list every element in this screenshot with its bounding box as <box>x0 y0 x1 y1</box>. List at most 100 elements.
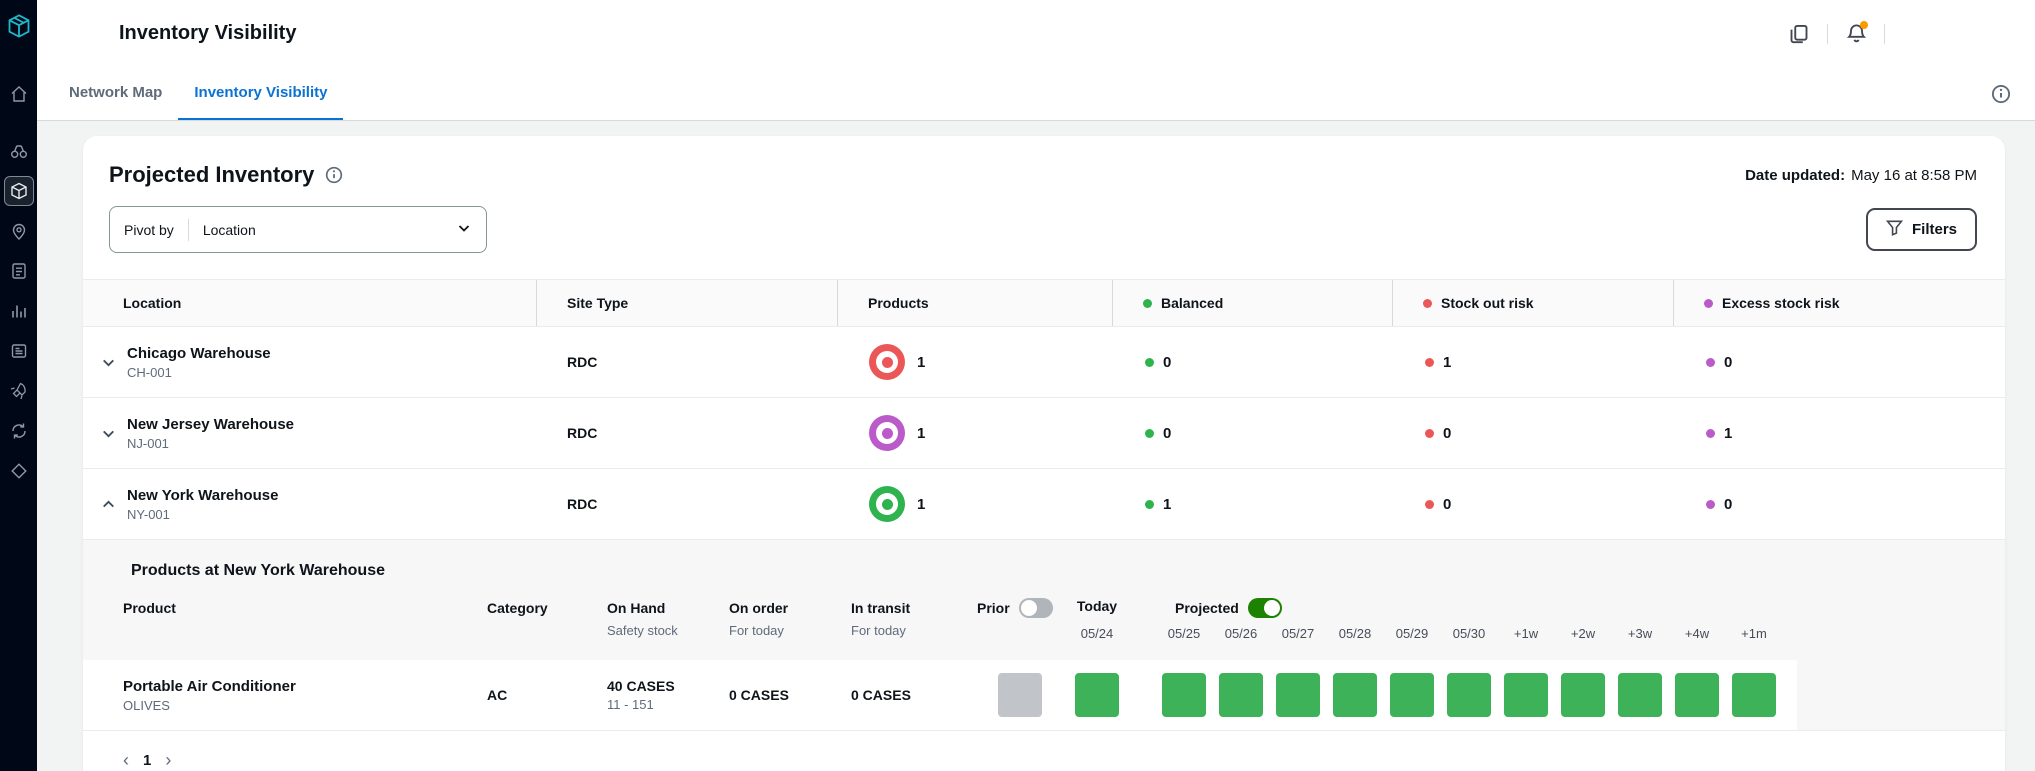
date-updated: Date updated:May 16 at 8:58 PM <box>1745 167 1977 184</box>
expand-chevron-icon[interactable] <box>97 422 119 444</box>
sidebar-item-home[interactable] <box>4 79 34 109</box>
left-nav-sidebar <box>0 0 37 771</box>
heat-cell-05/27[interactable] <box>1276 673 1320 717</box>
in-transit-value: 0 CASES <box>851 687 973 703</box>
sidebar-item-insights[interactable] <box>4 136 34 166</box>
projected-date-label: +4w <box>1675 626 1719 641</box>
col-on-order-sub: For today <box>729 623 851 638</box>
stockout-count: 0 <box>1443 496 1451 513</box>
sidebar-item-demand[interactable] <box>4 376 34 406</box>
page-number[interactable]: 1 <box>143 752 151 769</box>
sidebar-item-analytics[interactable] <box>4 296 34 326</box>
product-name: Portable Air Conditioner <box>123 678 487 695</box>
products-count: 1 <box>917 496 925 513</box>
heat-cell-05/29[interactable] <box>1390 673 1434 717</box>
balanced-dot <box>1145 500 1154 509</box>
on-order-value: 0 CASES <box>729 687 851 703</box>
header-divider <box>1884 24 1885 44</box>
col-category: Category <box>487 600 607 616</box>
heat-cell-+1m[interactable] <box>1732 673 1776 717</box>
location-code: NY-001 <box>127 507 278 522</box>
heat-cell-+4w[interactable] <box>1675 673 1719 717</box>
sidebar-item-tags[interactable] <box>4 456 34 486</box>
collapse-chevron-icon[interactable] <box>97 493 119 515</box>
col-on-hand-sub: Safety stock <box>607 623 729 638</box>
prior-toggle[interactable] <box>1019 598 1053 618</box>
product-category: AC <box>487 687 607 703</box>
page-title-text: Projected Inventory <box>109 162 314 188</box>
date-updated-label: Date updated: <box>1745 167 1845 184</box>
panel-title: Products at New York Warehouse <box>83 540 2005 594</box>
excess-dot <box>1704 299 1713 308</box>
supply-chain-logo-icon <box>5 12 32 39</box>
pivot-by-select[interactable]: Pivot by Location <box>109 206 487 253</box>
products-status-donut <box>869 415 905 451</box>
sidebar-item-orders[interactable] <box>4 256 34 286</box>
stockout-dot <box>1425 429 1434 438</box>
heat-cell-05/25[interactable] <box>1162 673 1206 717</box>
expand-chevron-icon[interactable] <box>97 351 119 373</box>
col-in-transit-sub: For today <box>851 623 973 638</box>
today-date-label: 05/24 <box>1075 626 1119 641</box>
sidebar-item-sustainability[interactable] <box>4 416 34 446</box>
tab-network-map[interactable]: Network Map <box>53 67 178 120</box>
col-balanced: Balanced <box>1112 280 1392 326</box>
projected-toggle[interactable] <box>1248 598 1282 618</box>
heat-cell-+3w[interactable] <box>1618 673 1662 717</box>
pivot-value: Location <box>203 222 256 238</box>
products-status-donut <box>869 486 905 522</box>
col-on-hand: On Hand <box>607 600 729 616</box>
tab-info-icon[interactable] <box>1987 80 2015 108</box>
table-row-chicago[interactable]: Chicago WarehouseCH-001 RDC 1 0 1 0 <box>83 327 2005 398</box>
pagination: ‹ 1 › <box>83 731 2005 769</box>
title-info-icon[interactable] <box>324 165 344 185</box>
pivot-divider <box>188 219 189 241</box>
heat-cell-+2w[interactable] <box>1561 673 1605 717</box>
balanced-dot <box>1143 299 1152 308</box>
heat-cell-05/30[interactable] <box>1447 673 1491 717</box>
tab-inventory-visibility[interactable]: Inventory Visibility <box>178 67 343 120</box>
location-name: Chicago Warehouse <box>127 345 271 362</box>
site-type: RDC <box>536 354 837 370</box>
app-title: Inventory Visibility <box>119 22 296 45</box>
heat-cell-05/28[interactable] <box>1333 673 1377 717</box>
sidebar-nav <box>4 79 34 496</box>
balanced-count: 0 <box>1163 354 1171 371</box>
prev-page-button[interactable]: ‹ <box>123 751 129 769</box>
header-divider <box>1827 24 1828 44</box>
excess-dot <box>1706 500 1715 509</box>
balanced-count: 0 <box>1163 425 1171 442</box>
stockout-count: 0 <box>1443 425 1451 442</box>
on-hand-value: 40 CASES <box>607 678 729 694</box>
prior-label: Prior <box>977 600 1010 616</box>
content-area: Projected Inventory Date updated:May 16 … <box>37 121 2035 771</box>
locations-table: Location Site Type Products Balanced Sto… <box>83 279 2005 769</box>
col-excess: Excess stock risk <box>1673 280 2005 326</box>
table-row-new-jersey[interactable]: New Jersey WarehouseNJ-001 RDC 1 0 0 1 <box>83 398 2005 469</box>
filters-button-label: Filters <box>1912 221 1957 238</box>
heat-cell-05/26[interactable] <box>1219 673 1263 717</box>
sidebar-item-network[interactable] <box>4 216 34 246</box>
filters-button[interactable]: Filters <box>1866 208 1977 251</box>
pages-icon[interactable] <box>1785 20 1813 48</box>
projected-date-label: 05/30 <box>1447 626 1491 641</box>
sidebar-item-news[interactable] <box>4 336 34 366</box>
table-row-new-york[interactable]: New York WarehouseNY-001 RDC 1 1 0 0 <box>83 469 2005 540</box>
next-page-button[interactable]: › <box>165 751 171 769</box>
col-stockout: Stock out risk <box>1392 280 1673 326</box>
col-location: Location <box>83 280 536 326</box>
balanced-count: 1 <box>1163 496 1171 513</box>
heat-cell-+1w[interactable] <box>1504 673 1548 717</box>
sidebar-item-inventory[interactable] <box>4 176 34 206</box>
site-type: RDC <box>536 496 837 512</box>
notifications-bell-icon[interactable] <box>1842 20 1870 48</box>
tab-bar: Network Map Inventory Visibility <box>37 67 2035 121</box>
heat-cell-prior[interactable] <box>998 673 1042 717</box>
product-row[interactable]: Portable Air Conditioner OLIVES AC 40 CA… <box>83 660 1797 730</box>
col-site-type: Site Type <box>536 280 837 326</box>
col-stockout-label: Stock out risk <box>1441 295 1534 311</box>
app-window: Inventory Visibility Network Map Invento… <box>0 0 2035 771</box>
heat-cell-today[interactable] <box>1075 673 1119 717</box>
projected-date-label: 05/28 <box>1333 626 1377 641</box>
expanded-products-panel: Products at New York Warehouse Product C… <box>83 540 2005 731</box>
